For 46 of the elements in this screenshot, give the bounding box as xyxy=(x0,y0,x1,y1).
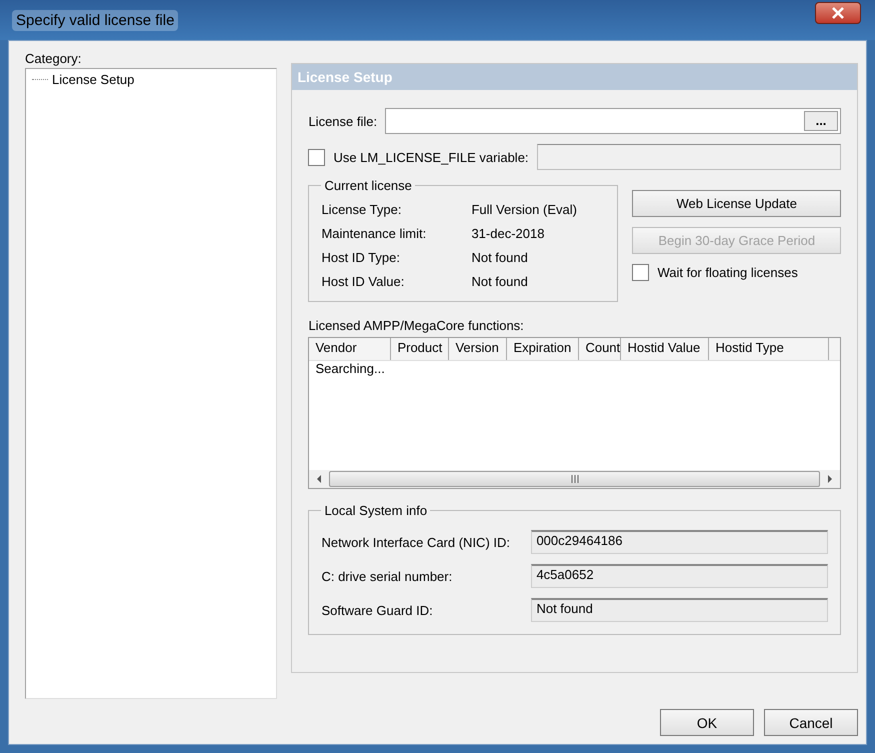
license-file-label: License file: xyxy=(308,114,378,128)
info-label: Software Guard ID: xyxy=(321,602,434,618)
action-button[interactable]: Web License Update xyxy=(632,190,841,217)
info-value: 31-dec-2018 xyxy=(471,226,544,240)
checkbox[interactable] xyxy=(632,264,650,281)
info-label: C: drive serial number: xyxy=(321,568,454,584)
info-label: License Type: xyxy=(321,202,402,216)
horizontal-scrollbar[interactable] xyxy=(309,470,840,488)
category-label: Category: xyxy=(25,51,82,66)
grip-icon xyxy=(570,475,580,483)
dialog-button[interactable]: OK xyxy=(660,709,754,736)
info-label: Host ID Type: xyxy=(321,250,401,264)
readonly-field: 000c29464186 xyxy=(531,530,828,554)
checkbox[interactable] xyxy=(308,148,326,166)
info-label: Host ID Value: xyxy=(321,274,406,288)
readonly-field: 4c5a0652 xyxy=(531,564,828,588)
column-header[interactable]: Expiration xyxy=(507,338,580,360)
wait-floating-label: Wait for floating licenses xyxy=(657,265,798,280)
browse-button[interactable]: ... xyxy=(804,111,838,131)
tree-item[interactable]: License Setup xyxy=(50,72,136,87)
close-icon xyxy=(830,7,846,19)
license-file-field[interactable]: ... xyxy=(385,108,841,134)
dialog-button[interactable]: Cancel xyxy=(764,709,858,736)
panel-header: License Setup xyxy=(292,64,857,90)
functions-label: Licensed AMPP/MegaCore functions: xyxy=(308,318,525,333)
readonly-field: Not found xyxy=(531,598,828,622)
info-value: Not found xyxy=(471,250,528,264)
column-header[interactable]: Product xyxy=(391,338,450,360)
scrollbar-thumb[interactable] xyxy=(329,471,820,487)
info-value: Not found xyxy=(471,274,528,288)
info-label: Maintenance limit: xyxy=(321,226,428,240)
column-header[interactable]: Hostid Value xyxy=(621,338,710,360)
info-label: Network Interface Card (NIC) ID: xyxy=(321,534,511,550)
group-title: Current license xyxy=(323,178,413,193)
column-header[interactable]: Vendor xyxy=(309,338,392,360)
close-button[interactable] xyxy=(815,2,861,24)
column-header[interactable]: Count xyxy=(579,338,622,360)
window-title: Specify valid license file xyxy=(12,10,178,30)
use-lm-label: Use LM_LICENSE_FILE variable: xyxy=(333,150,529,164)
column-header[interactable]: Version xyxy=(449,338,508,360)
scroll-left-icon[interactable] xyxy=(315,474,324,484)
group-title: Local System info xyxy=(323,503,428,518)
column-header[interactable]: Hostid Type xyxy=(709,338,830,360)
scroll-right-icon[interactable] xyxy=(826,474,834,484)
status-text: Searching... xyxy=(315,361,385,376)
info-value: Full Version (Eval) xyxy=(471,202,577,216)
